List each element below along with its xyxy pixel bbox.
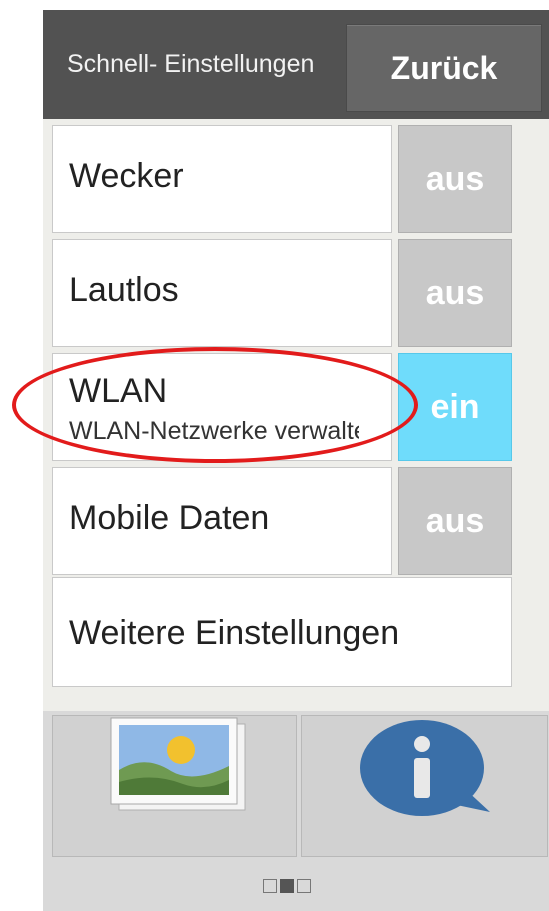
annotation-highlight-circle (12, 347, 418, 463)
page-dot (297, 879, 311, 893)
page-title: Schnell- Einstellungen (67, 50, 315, 78)
gallery-icon (110, 717, 246, 811)
setting-row-lautlos[interactable]: Lautlos (52, 239, 392, 347)
setting-row-mobile-daten[interactable]: Mobile Daten (52, 467, 392, 575)
setting-row-wecker[interactable]: Wecker (52, 125, 392, 233)
page-indicator (263, 879, 311, 893)
gallery-tile[interactable] (52, 715, 297, 857)
setting-label: Lautlos (69, 271, 179, 309)
setting-label: Wecker (69, 157, 184, 195)
page-dot (263, 879, 277, 893)
more-settings-label: Weitere Einstellungen (69, 614, 400, 652)
back-button[interactable]: Zurück (346, 24, 542, 112)
page-dot-active (280, 879, 294, 893)
toggle-wecker[interactable]: aus (398, 125, 512, 233)
info-icon (360, 720, 490, 816)
info-tile[interactable] (301, 715, 548, 857)
header-bar: Schnell- Einstellungen Zurück (43, 10, 549, 119)
toggle-mobile-daten[interactable]: aus (398, 467, 512, 575)
more-settings-row[interactable]: Weitere Einstellungen (52, 577, 512, 687)
quick-settings-screen: Schnell- Einstellungen Zurück Wecker aus… (43, 10, 549, 911)
toggle-lautlos[interactable]: aus (398, 239, 512, 347)
setting-label: Mobile Daten (69, 499, 270, 537)
